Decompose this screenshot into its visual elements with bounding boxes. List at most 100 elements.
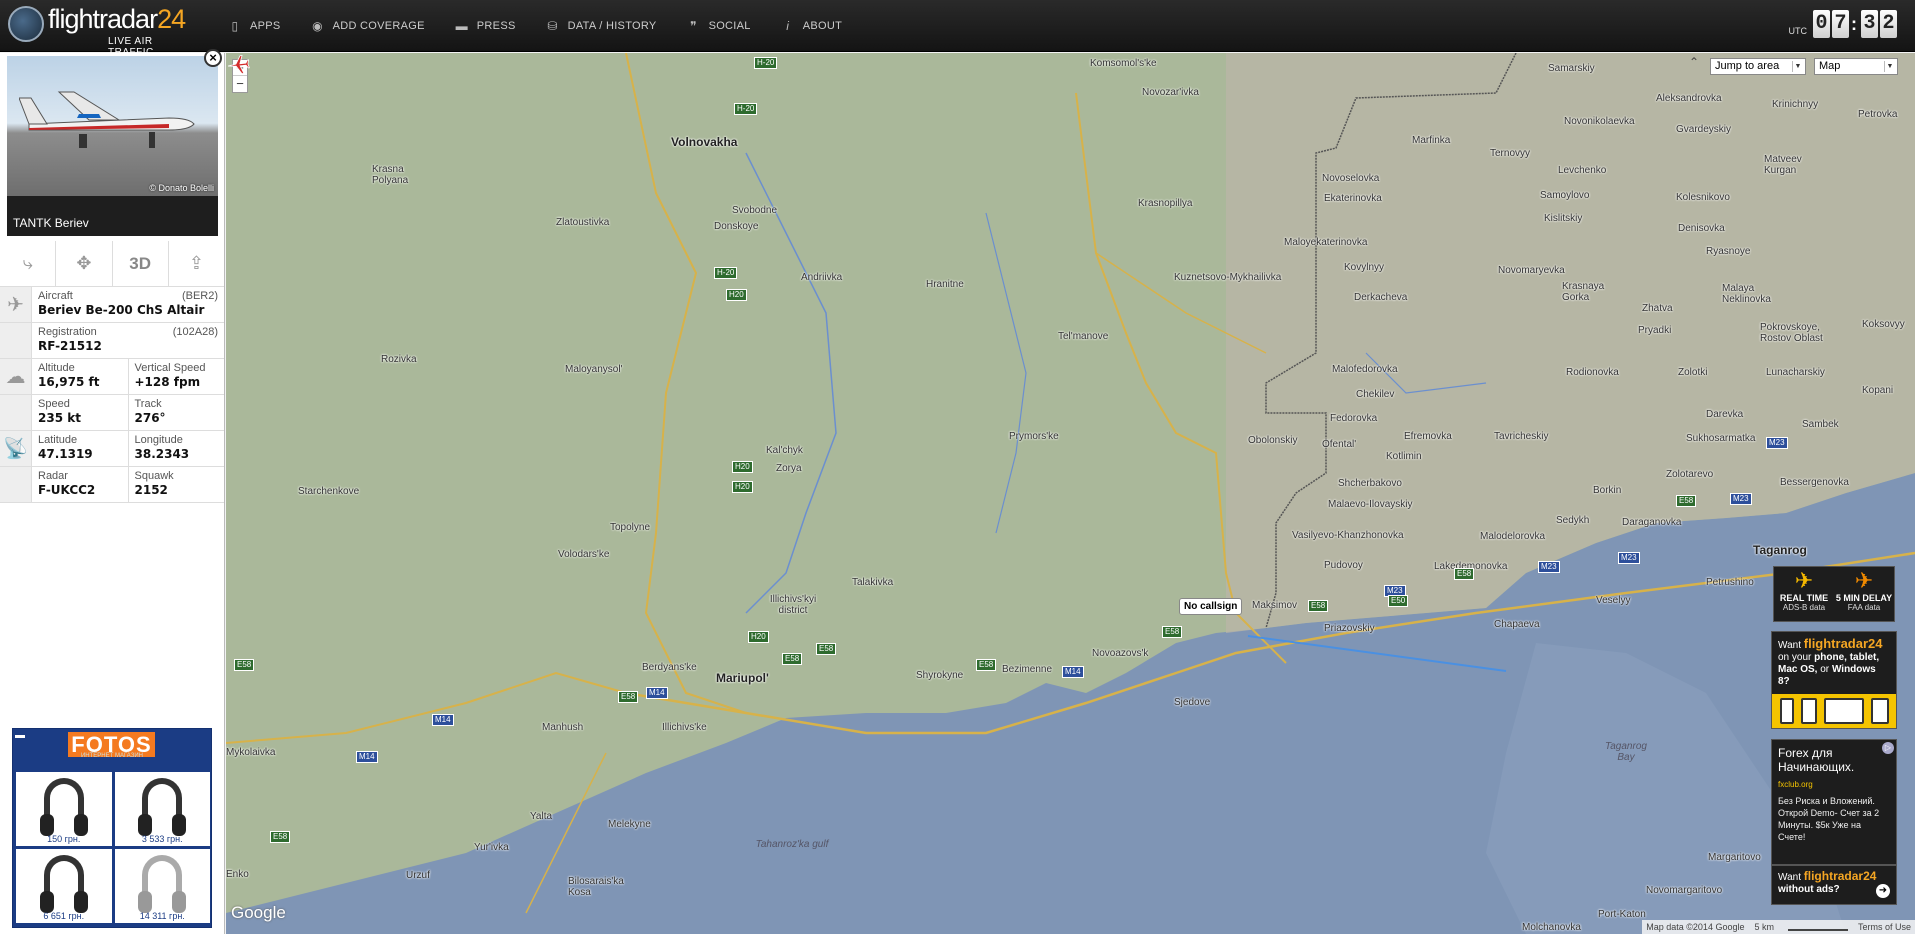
map-label: Veselyy: [1596, 595, 1631, 606]
nav-apps-label: APPS: [250, 20, 281, 32]
nav-about[interactable]: i ABOUT: [781, 19, 842, 33]
road-shield: M23: [1538, 561, 1560, 573]
noads-brand: flightradar24: [1803, 869, 1877, 883]
flight-toolbar: ⤷ ✥ 3D ⇪: [0, 241, 224, 287]
road-shield: E58: [1454, 568, 1475, 580]
map-label: Mariupol': [716, 671, 769, 685]
fotos-subtitle: ИНТЕРНЕТ МАГАЗИН: [80, 753, 144, 759]
map-canvas[interactable]: + − ⌃ Jump to area▼ Map▼ Komsomol's'ke N…: [226, 53, 1915, 934]
map-label: Topolyne: [610, 522, 651, 533]
map-label: Melekyne: [608, 819, 651, 830]
nav-apps[interactable]: ▯ APPS: [228, 19, 281, 33]
map-label: Ekaterinovka: [1324, 193, 1382, 204]
map-label: Volnovakha: [671, 135, 738, 149]
product-tile[interactable]: 150 грн.: [16, 772, 112, 846]
road-shield: H20: [748, 631, 769, 643]
share-button[interactable]: ⇪: [169, 241, 224, 286]
headphones-icon: [39, 855, 88, 913]
apps-promo[interactable]: Want flightradar24 on your phone, tablet…: [1771, 631, 1897, 729]
data-source-legend: ✈ REAL TIME ADS-B data ✈ 5 MIN DELAY FAA…: [1773, 566, 1895, 622]
map-label: Taganrog: [1753, 543, 1807, 557]
map-label: Maloyekaterinovka: [1284, 237, 1368, 248]
aircraft-value: Beriev Be-200 ChS Altair: [38, 303, 205, 317]
map-label: Novozar'ivka: [1142, 87, 1199, 98]
map-label: Tahanroz'ka gulf: [755, 839, 829, 850]
squawk-value: 2152: [134, 483, 168, 497]
map-label: Novomaryevka: [1498, 265, 1565, 276]
google-logo[interactable]: Google: [231, 903, 286, 923]
orange-plane-icon: ✈: [1854, 568, 1874, 593]
headphones-icon: [138, 778, 187, 836]
clock-separator: :: [1851, 13, 1857, 34]
map-type-select[interactable]: Map ▼: [1814, 58, 1898, 75]
ad-minimize-button[interactable]: ▬: [15, 730, 25, 741]
close-panel-button[interactable]: ×: [204, 49, 222, 67]
main-nav: ▯ APPS ◉ ADD COVERAGE ▬ PRESS ⛁ DATA / HISTO…: [228, 0, 872, 52]
map-label: Zorya: [776, 463, 802, 474]
map-label: Koksovyy: [1862, 319, 1905, 330]
delay-subtitle: FAA data: [1847, 603, 1881, 612]
collapse-panel-icon[interactable]: ⌃: [1689, 55, 1699, 69]
airplane-marker-icon[interactable]: [226, 53, 250, 77]
map-label: Pryadki: [1638, 325, 1672, 336]
scale-bar: [1787, 923, 1848, 931]
map-label: Fedorovka: [1330, 413, 1378, 424]
clock-digit: 2: [1880, 10, 1897, 38]
map-label: Hranitne: [926, 279, 964, 290]
phone-icon: [1779, 698, 1794, 724]
realtime-subtitle: ADS-B data: [1782, 603, 1826, 612]
map-label: Malofedorovka: [1332, 364, 1398, 375]
product-tile[interactable]: 14 311 грн.: [114, 849, 210, 923]
noads-text: without ads?: [1778, 884, 1840, 895]
utc-clock: UTC 0 7 : 3 2: [1789, 10, 1897, 38]
map-label: Matveev Kurgan: [1764, 154, 1802, 176]
track-value: 276°: [134, 411, 166, 425]
route-button[interactable]: ⤷: [0, 241, 57, 286]
track-label: Track: [134, 398, 162, 410]
quote-icon: ❞: [690, 19, 697, 33]
map-label: Sedykh: [1556, 515, 1590, 526]
map-label: Donskoye: [714, 221, 759, 232]
flightradar24-logo[interactable]: flightradar24 LIVE AIR TRAFFIC: [8, 4, 198, 58]
vertical-speed-value: +128 fpm: [134, 375, 201, 389]
nav-add-coverage[interactable]: ◉ ADD COVERAGE: [311, 19, 425, 33]
no-ads-promo[interactable]: Want flightradar24 without ads? ➜: [1771, 865, 1897, 905]
map-label: Andriivka: [801, 272, 843, 283]
road-shield: H20: [732, 481, 753, 493]
map-label: Bessergenovka: [1780, 477, 1849, 488]
airplane-icon: ✈: [0, 287, 32, 322]
jump-to-area-select[interactable]: Jump to area ▼: [1710, 58, 1806, 75]
nav-social[interactable]: ❞ SOCIAL: [687, 19, 751, 33]
nav-press[interactable]: ▬ PRESS: [455, 19, 516, 33]
3d-view-button[interactable]: 3D: [113, 241, 169, 286]
ad-choices-icon[interactable]: ▷: [1882, 742, 1894, 754]
forex-link[interactable]: fxclub.org: [1778, 780, 1890, 789]
road-shield: E58: [782, 653, 803, 665]
map-label: Novoselovka: [1322, 173, 1380, 184]
chevron-down-icon: ▼: [1884, 61, 1895, 72]
product-tile[interactable]: 6 651 грн.: [16, 849, 112, 923]
fotos-ad[interactable]: ▬ FOTOS ИНТЕРНЕТ МАГАЗИН 150 грн. 3 533 …: [12, 728, 212, 928]
phone-icon: [1800, 698, 1817, 724]
map-label: Enko: [226, 869, 249, 880]
product-tile[interactable]: 3 533 грн.: [114, 772, 210, 846]
zoom-out-button[interactable]: −: [233, 76, 247, 92]
map-data-credit[interactable]: Map data ©2014 Google: [1646, 922, 1744, 932]
forex-ad[interactable]: ▷ Forex для Начинающих. fxclub.org Без Р…: [1771, 739, 1897, 865]
clock-digit: 7: [1832, 10, 1849, 38]
map-label: Chekilev: [1356, 389, 1395, 400]
map-label: Obolonskiy: [1248, 435, 1298, 446]
road-shield: H-20: [734, 103, 758, 115]
center-button[interactable]: ✥: [56, 241, 113, 286]
map-label: Petrovka: [1858, 109, 1898, 120]
delay-legend: ✈ 5 MIN DELAY FAA data: [1834, 567, 1894, 621]
nav-data-history[interactable]: ⛁ DATA / HISTORY: [546, 19, 657, 33]
road-shield: E58: [270, 831, 291, 843]
map-label: Krinichnyy: [1772, 99, 1819, 110]
logo-number: 24: [157, 4, 186, 34]
map-label: Svobodne: [732, 205, 778, 216]
road-shield: M14: [432, 714, 454, 726]
aircraft-photo[interactable]: © Donato Bolelli: [7, 56, 218, 196]
road-shield: E58: [234, 659, 255, 671]
terms-link[interactable]: Terms of Use: [1858, 922, 1911, 932]
